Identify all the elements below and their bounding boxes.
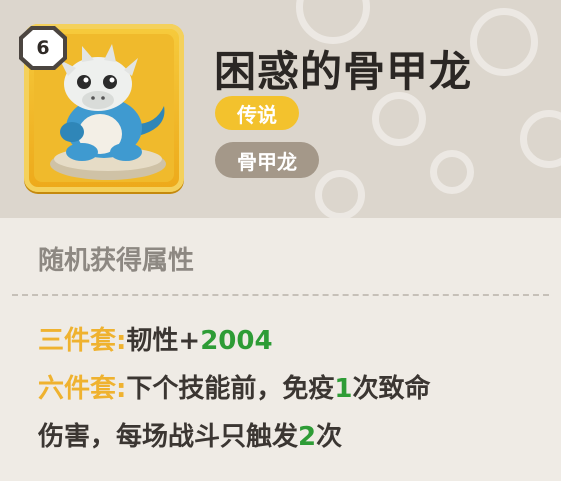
set-bonus-3-stat: 韧性+ — [126, 326, 201, 356]
swirl-pattern — [520, 110, 561, 168]
item-detail-card: 6 困惑的骨甲龙 传说 骨甲龙 随机获得属性 三件套:韧性+2004 六件套:下… — [0, 0, 561, 481]
section-divider — [12, 294, 549, 296]
set-bonus-6-value: 1 — [334, 374, 353, 404]
set-bonus-6-label: 六件套: — [38, 374, 127, 404]
swirl-pattern — [470, 8, 538, 76]
item-header: 6 困惑的骨甲龙 传说 骨甲龙 — [0, 0, 561, 218]
set-bonus-6-text: 次 — [316, 422, 343, 452]
set-bonus-3-label: 三件套: — [38, 326, 127, 356]
set-bonus-6-line-continued: 伤害，每场战斗只触发2次 — [38, 416, 342, 453]
set-bonus-6-value: 2 — [298, 422, 317, 452]
species-tag: 骨甲龙 — [215, 142, 319, 178]
item-name: 困惑的骨甲龙 — [214, 47, 473, 96]
set-bonus-6-line: 六件套:下个技能前，免疫1次致命 — [38, 368, 431, 405]
set-bonus-6-text: 次致命 — [352, 374, 431, 404]
rarity-tag: 传说 — [215, 96, 299, 130]
swirl-pattern — [430, 150, 474, 194]
swirl-pattern — [372, 92, 426, 146]
swirl-pattern — [315, 170, 365, 218]
set-bonus-3-line: 三件套:韧性+2004 — [38, 320, 273, 357]
set-bonus-6-text: 伤害，每场战斗只触发 — [38, 422, 299, 452]
set-bonus-3-value: 2004 — [200, 326, 273, 356]
set-bonus-6-text: 下个技能前，免疫 — [126, 374, 335, 404]
level-badge: 6 — [23, 30, 63, 66]
attributes-section-title: 随机获得属性 — [38, 246, 195, 276]
